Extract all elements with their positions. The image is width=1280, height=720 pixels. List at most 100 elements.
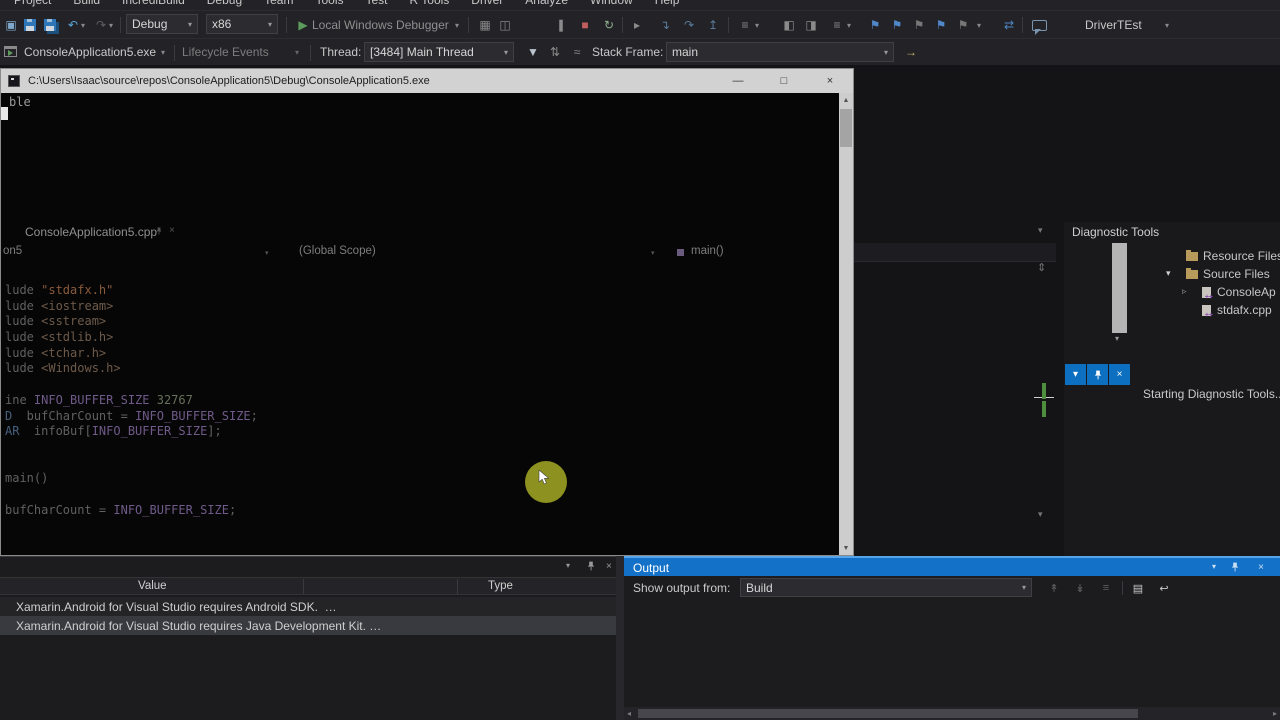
next-message-icon[interactable]: ↡ (1070, 579, 1090, 597)
tree-item-stdafx[interactable]: stdafx.cpp (1202, 302, 1272, 319)
process-dropdown-icon[interactable]: ▾ (158, 39, 168, 65)
editor-scrollbar-down-icon[interactable]: ▾ (1038, 509, 1043, 520)
watch-row-selected[interactable]: Xamarin.Android for Visual Studio requir… (0, 616, 616, 635)
apply-code-changes-icon[interactable]: ◫ (496, 11, 514, 39)
solution-configuration-dropdown[interactable]: Debug ▾ (126, 14, 198, 34)
restart-icon[interactable]: ↻ (600, 11, 618, 39)
window-layout-icon[interactable]: ◨ (802, 11, 820, 39)
step-out-icon[interactable]: ↥ (704, 11, 722, 39)
tree-collapsed-icon[interactable]: ▹ (1182, 286, 1187, 297)
maximize-button[interactable]: □ (761, 69, 807, 93)
menu-item-tools[interactable]: Tools (315, 0, 343, 7)
lifecycle-dropdown-icon[interactable]: ▾ (292, 39, 302, 65)
output-title-bar[interactable]: Output ▾ × (624, 556, 1280, 576)
tree-item-resource-files[interactable]: Resource Files (1186, 248, 1280, 264)
menu-item-incredibuild[interactable]: IncrediBuild (122, 0, 185, 7)
close-icon[interactable]: × (606, 561, 612, 572)
threads-order-icon[interactable]: ⇅ (546, 39, 564, 65)
step-over-icon[interactable]: ↷ (680, 11, 698, 39)
column-header-type[interactable]: Type (488, 580, 513, 592)
line-operations-dropdown-icon[interactable]: ▾ (752, 11, 762, 39)
menu-item-rtools[interactable]: R Tools (410, 0, 450, 7)
process-dropdown[interactable]: ConsoleApplication5.exe (24, 39, 156, 65)
stack-frame-dropdown[interactable]: main ▾ (666, 42, 894, 62)
search-combobox[interactable]: DriverTEst (1085, 11, 1142, 39)
window-position-icon[interactable]: ▾ (1065, 364, 1086, 385)
list-members-dropdown-icon[interactable]: ▾ (844, 11, 854, 39)
minimize-button[interactable]: — (715, 69, 761, 93)
exchange-icon[interactable]: ⇄ (1000, 11, 1018, 39)
solution-platform-dropdown[interactable]: x86 ▾ (206, 14, 278, 34)
window-position-icon[interactable]: ▾ (1212, 562, 1216, 571)
editor-splitter-icon[interactable]: ⇕ (1037, 261, 1046, 274)
column-header-value[interactable]: Value (138, 580, 167, 592)
scroll-right-icon[interactable]: ▸ (1273, 709, 1277, 718)
search-dropdown-icon[interactable]: ▾ (1162, 11, 1172, 39)
chevron-down-icon[interactable]: ▾ (1115, 334, 1119, 343)
column-separator[interactable] (303, 579, 304, 594)
tree-expanded-icon[interactable]: ▾ (1166, 268, 1171, 279)
panel-splitter[interactable] (616, 556, 624, 720)
tree-item-consoleapplication[interactable]: ConsoleAp (1202, 284, 1276, 301)
tab-list-dropdown-icon[interactable]: ▾ (1038, 225, 1043, 236)
word-wrap-icon[interactable]: ↩ (1154, 579, 1174, 597)
save-all-icon[interactable] (44, 19, 56, 31)
debugger-target-label[interactable]: Local Windows Debugger (312, 11, 449, 39)
debugger-dropdown-icon[interactable]: ▾ (452, 11, 462, 39)
window-split-icon[interactable]: ◧ (780, 11, 798, 39)
message-list-icon[interactable]: ≡ (1096, 579, 1116, 597)
scroll-left-icon[interactable]: ◂ (627, 709, 631, 718)
diagnostic-scrollbar-thumb[interactable] (1112, 243, 1127, 333)
scrollbar-thumb[interactable] (840, 109, 852, 147)
close-icon[interactable]: × (1258, 562, 1264, 573)
pin-icon[interactable] (586, 561, 596, 574)
new-window-icon[interactable]: ▣ (2, 11, 20, 39)
attach-process-icon[interactable]: ▦ (476, 11, 494, 39)
pin-icon[interactable] (1087, 364, 1108, 385)
menu-item-driver[interactable]: Driver (471, 0, 503, 7)
pin-icon[interactable] (1230, 562, 1240, 575)
bookmarks-dropdown-icon[interactable]: ▾ (974, 11, 984, 39)
menu-item-test[interactable]: Test (365, 0, 387, 7)
comment-icon[interactable] (1032, 20, 1047, 35)
tree-item-source-files[interactable]: Source Files (1186, 266, 1270, 282)
menu-item-analyze[interactable]: Analyze (525, 0, 568, 7)
clear-bookmarks-icon[interactable]: ⚑ (954, 11, 972, 39)
undo-dropdown-icon[interactable]: ▾ (78, 11, 88, 39)
filter-threads-icon[interactable]: ▼ (524, 39, 542, 65)
scroll-down-icon[interactable]: ▼ (839, 541, 853, 555)
redo-dropdown-icon[interactable]: ▾ (106, 11, 116, 39)
menu-item-help[interactable]: Help (655, 0, 680, 7)
menu-item-build[interactable]: Build (73, 0, 100, 7)
scroll-up-icon[interactable]: ▲ (839, 93, 853, 107)
console-scrollbar[interactable]: ▲ ▼ (839, 93, 853, 555)
next-bookmark-icon[interactable]: ⚑ (910, 11, 928, 39)
prev-message-icon[interactable]: ↟ (1044, 579, 1064, 597)
output-source-dropdown[interactable]: Build ▾ (740, 578, 1032, 597)
menu-item-debug[interactable]: Debug (207, 0, 242, 7)
thread-dropdown[interactable]: [3484] Main Thread ▾ (364, 42, 514, 62)
start-debugger-icon[interactable]: ▶ (294, 11, 312, 39)
clear-all-icon[interactable]: ▤ (1128, 579, 1148, 597)
menu-item-team[interactable]: Team (264, 0, 293, 7)
column-separator[interactable] (457, 579, 458, 594)
menu-item-window[interactable]: Window (590, 0, 633, 7)
lifecycle-events-dropdown[interactable]: Lifecycle Events (182, 39, 269, 65)
output-horizontal-scrollbar[interactable]: ◂ ▸ (624, 707, 1280, 720)
save-icon[interactable] (24, 19, 36, 31)
stop-debugging-icon[interactable]: ■ (576, 11, 594, 39)
console-output-area[interactable]: ble ConsoleApplication5.cpp × on5 ▾ (Glo… (1, 93, 853, 555)
window-position-icon[interactable]: ▾ (566, 561, 570, 570)
menu-item-project[interactable]: Project (14, 0, 51, 7)
show-next-statement-icon[interactable]: ▸ (628, 11, 646, 39)
flag-threads-icon[interactable]: ≈ (568, 39, 586, 65)
break-all-icon[interactable]: ∥ (552, 11, 570, 39)
close-button[interactable]: × (807, 69, 853, 93)
scrollbar-thumb[interactable] (638, 709, 1138, 718)
step-into-icon[interactable]: ↴ (656, 11, 674, 39)
close-icon[interactable]: × (1109, 364, 1130, 385)
toggle-bookmark-icon[interactable]: ⚑ (866, 11, 884, 39)
prev-bookmark-icon[interactable]: ⚑ (888, 11, 906, 39)
show-next-statement-icon[interactable]: → (902, 39, 920, 65)
bookmark-folder-icon[interactable]: ⚑ (932, 11, 950, 39)
